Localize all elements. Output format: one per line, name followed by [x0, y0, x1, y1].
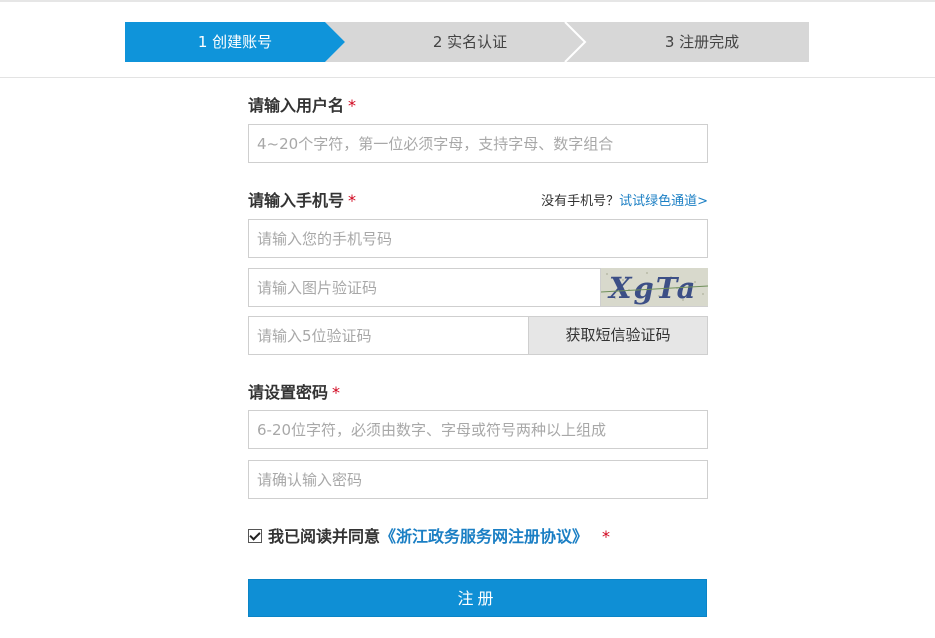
- green-channel-link[interactable]: 试试绿色通道>: [619, 194, 708, 209]
- username-input[interactable]: [248, 124, 708, 163]
- password-label-text: 请设置密码: [248, 383, 329, 402]
- step-1-label: 1 创建账号: [197, 33, 273, 51]
- get-sms-code-button[interactable]: 获取短信验证码: [528, 316, 708, 355]
- agreement-checkbox[interactable]: [248, 529, 262, 543]
- phone-label-text: 请输入手机号: [248, 191, 345, 210]
- captcha-text: XgTa: [607, 271, 697, 305]
- steps: 1 创建账号 2 实名认证 3 注册完成: [125, 22, 809, 62]
- required-mark: *: [332, 383, 341, 402]
- captcha-graphic: XgTa: [601, 268, 708, 306]
- agreement-text: 我已阅读并同意: [268, 527, 381, 546]
- register-button[interactable]: 注册: [248, 579, 707, 617]
- no-phone-text: 没有手机号？: [541, 194, 620, 209]
- sms-code-input[interactable]: [248, 316, 529, 355]
- captcha-image[interactable]: XgTa: [600, 268, 708, 306]
- username-label-text: 请输入用户名: [248, 96, 345, 115]
- step-progress-bar: 1 创建账号 2 实名认证 3 注册完成: [0, 0, 935, 78]
- step-2-label: 2 实名认证: [432, 33, 508, 51]
- agreement-link[interactable]: 《浙江政务服务网注册协议》: [380, 527, 588, 546]
- phone-input[interactable]: [248, 219, 708, 258]
- phone-label: 请输入手机号 *: [248, 190, 356, 212]
- agreement-row: 我已阅读并同意《浙江政务服务网注册协议》 *: [248, 526, 610, 548]
- username-label: 请输入用户名 *: [248, 95, 356, 117]
- confirm-password-input[interactable]: [248, 460, 708, 499]
- no-phone-hint: 没有手机号？试试绿色通道>: [541, 192, 708, 212]
- password-input[interactable]: [248, 410, 708, 449]
- password-label: 请设置密码 *: [248, 382, 340, 404]
- required-mark: *: [348, 96, 357, 115]
- step-3-label: 3 注册完成: [664, 33, 740, 51]
- required-mark: *: [602, 527, 611, 546]
- required-mark: *: [348, 191, 357, 210]
